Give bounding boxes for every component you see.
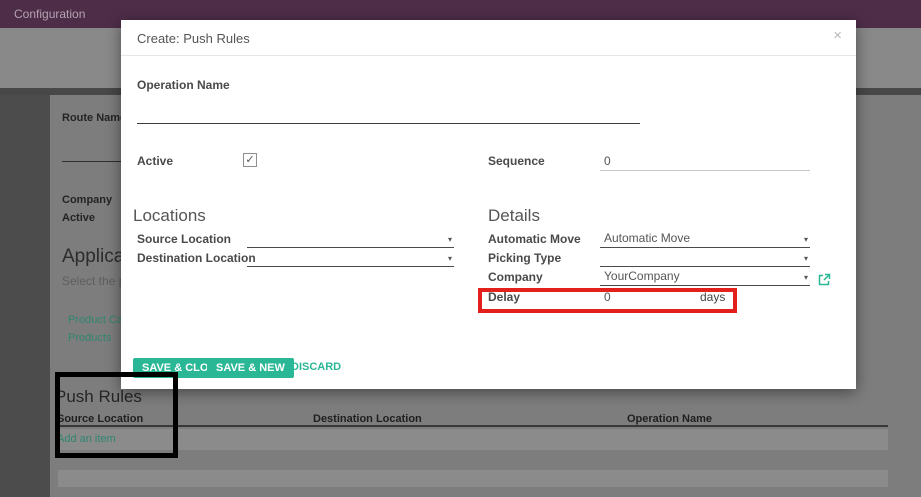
black-annotation-box <box>55 372 178 458</box>
company-label-bg: Company <box>62 194 112 206</box>
push-rules-add-row: Add an item <box>55 429 888 450</box>
picking-type-label: Picking Type <box>488 251 561 265</box>
screen: Configuration Route Name Company Active … <box>0 0 921 497</box>
chevron-down-icon: ▾ <box>448 235 452 244</box>
save-and-new-button[interactable]: SAVE & NEW <box>207 358 294 378</box>
create-push-rules-modal: Create: Push Rules × Operation Name Acti… <box>121 20 856 389</box>
push-rules-header-divider <box>55 409 888 427</box>
checkmark-icon: ✓ <box>245 154 254 166</box>
red-annotation-box <box>478 288 737 313</box>
company-value: YourCompany <box>604 269 680 283</box>
company-label: Company <box>488 270 543 284</box>
picking-type-dropdown[interactable]: ▾ <box>600 250 810 267</box>
link-products[interactable]: Products <box>68 332 111 344</box>
active-label-bg: Active <box>62 212 95 224</box>
automatic-move-label: Automatic Move <box>488 232 581 246</box>
automatic-move-value: Automatic Move <box>604 231 690 245</box>
destination-location-label: Destination Location <box>137 251 256 265</box>
chevron-down-icon: ▾ <box>804 254 808 263</box>
chevron-down-icon: ▾ <box>804 235 808 244</box>
sequence-input[interactable]: 0 <box>600 154 810 171</box>
column-operation-name: Operation Name <box>627 413 712 425</box>
modal-title: Create: Push Rules <box>137 31 250 46</box>
external-link-icon[interactable] <box>818 273 831 286</box>
push-rules-empty-row <box>58 470 888 487</box>
sequence-label: Sequence <box>488 154 545 168</box>
active-label: Active <box>137 154 173 168</box>
active-checkbox[interactable]: ✓ <box>243 153 257 167</box>
locations-section-heading: Locations <box>133 206 206 226</box>
route-name-label: Route Name <box>62 112 126 124</box>
column-destination-location: Destination Location <box>313 413 422 425</box>
destination-location-dropdown[interactable]: ▾ <box>247 250 454 267</box>
operation-name-input[interactable] <box>137 110 640 124</box>
discard-button[interactable]: DISCARD <box>291 361 341 373</box>
chevron-down-icon: ▾ <box>804 273 808 282</box>
menu-item-configuration[interactable]: Configuration <box>14 7 85 21</box>
source-location-dropdown[interactable]: ▾ <box>247 231 454 248</box>
close-icon[interactable]: × <box>833 28 842 43</box>
modal-header: Create: Push Rules × <box>121 20 856 56</box>
automatic-move-dropdown[interactable]: Automatic Move ▾ <box>600 231 810 248</box>
source-location-label: Source Location <box>137 232 231 246</box>
sequence-value: 0 <box>604 154 611 168</box>
company-dropdown[interactable]: YourCompany ▾ <box>600 269 810 286</box>
page-left-margin <box>0 95 50 497</box>
chevron-down-icon: ▾ <box>448 254 452 263</box>
operation-name-label: Operation Name <box>137 78 230 92</box>
details-section-heading: Details <box>488 206 540 226</box>
